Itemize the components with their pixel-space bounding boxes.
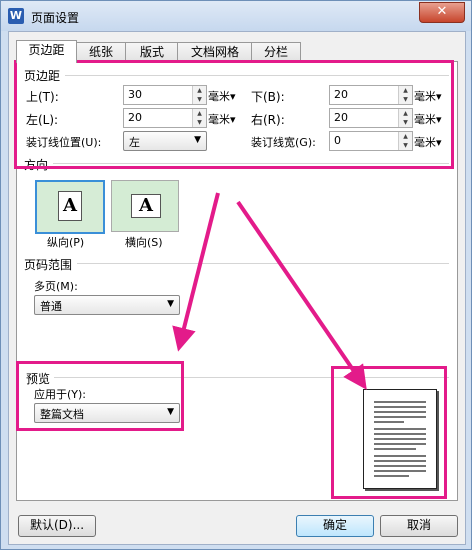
arrow-to-thumbnail	[236, 200, 367, 390]
tab-margins[interactable]: 页边距	[16, 40, 77, 63]
arrow-to-preview-group	[172, 192, 220, 352]
annotation-arrows	[172, 192, 367, 390]
